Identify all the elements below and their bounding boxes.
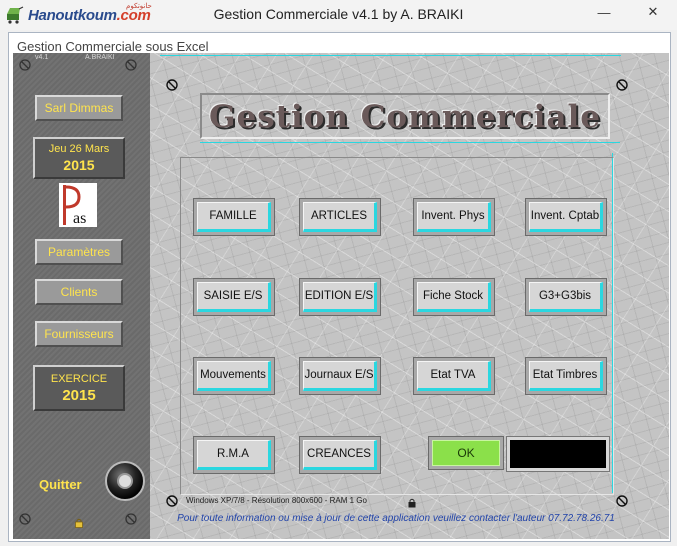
no-entry-icon: [616, 495, 628, 507]
pas-logo: as: [59, 183, 97, 227]
invent-cptab-button[interactable]: Invent. Cptab: [529, 202, 603, 232]
date-year: 2015: [63, 157, 95, 173]
no-entry-icon: [125, 513, 137, 525]
exercice-display: EXERCICE 2015: [33, 365, 125, 411]
parametres-button[interactable]: Paramètres: [35, 239, 123, 265]
power-icon: [117, 473, 133, 489]
no-entry-icon: [166, 495, 178, 507]
main-panel: Gestion Commerciale FAMILLE ARTICLES Inv…: [150, 53, 669, 539]
accent-line: [160, 55, 621, 56]
articles-button[interactable]: ARTICLES: [303, 202, 377, 232]
contact-info: Pour toute information ou mise à jour de…: [177, 513, 615, 524]
quit-label: Quitter: [39, 477, 82, 492]
exercice-label: EXERCICE: [50, 373, 108, 385]
fiche-stock-button[interactable]: Fiche Stock: [417, 282, 491, 312]
sidebar: v4.1 A.BRAIKI Sarl Dimmas Jeu 26 Mars 20…: [13, 53, 150, 539]
version-label: v4.1: [35, 54, 49, 61]
page-title: Gestion Commerciale: [209, 99, 601, 135]
lock-icon: [75, 515, 83, 528]
date-display: Jeu 26 Mars 2015: [33, 137, 125, 179]
author-label: A.BRAIKI: [85, 54, 115, 61]
inner-window-title: Gestion Commerciale sous Excel: [17, 39, 209, 54]
rma-button[interactable]: R.M.A: [197, 440, 271, 470]
journaux-es-button[interactable]: Journaux E/S: [303, 361, 377, 391]
excel-window: Gestion Commerciale sous Excel v4.1 A.BR…: [8, 32, 671, 542]
black-input-field[interactable]: [510, 440, 606, 468]
quit-button[interactable]: [105, 461, 145, 501]
no-entry-icon: [19, 59, 31, 71]
clients-button[interactable]: Clients: [35, 279, 123, 305]
edition-es-button[interactable]: EDITION E/S: [303, 282, 377, 312]
no-entry-icon: [19, 513, 31, 525]
exercice-year: 2015: [62, 387, 96, 404]
no-entry-icon: [125, 59, 137, 71]
no-entry-icon: [616, 79, 628, 91]
invent-phys-button[interactable]: Invent. Phys: [417, 202, 491, 232]
minimize-button[interactable]: —: [586, 0, 622, 24]
ok-button[interactable]: OK: [432, 440, 500, 466]
date-day: Jeu 26 Mars: [48, 143, 110, 155]
saisie-es-button[interactable]: SAISIE E/S: [197, 282, 271, 312]
window-title: Gestion Commerciale v4.1 by A. BRAIKI: [213, 6, 464, 22]
company-button[interactable]: Sarl Dimmas: [35, 95, 123, 121]
no-entry-icon: [166, 79, 178, 91]
creances-button[interactable]: CREANCES: [303, 440, 377, 470]
system-requirements: Windows XP/7/8 - Résolution 800x600 - RA…: [186, 496, 367, 505]
close-button[interactable]: ✕: [630, 0, 676, 24]
title-bar: Hanoutkoum.com حانوتكوم Gestion Commerci…: [0, 0, 677, 30]
fournisseurs-button[interactable]: Fournisseurs: [35, 321, 123, 347]
etat-timbres-button[interactable]: Etat Timbres: [529, 361, 603, 391]
mouvements-button[interactable]: Mouvements: [197, 361, 271, 391]
title-panel: Gestion Commerciale: [200, 93, 620, 143]
lock-icon: [408, 495, 416, 508]
etat-tva-button[interactable]: Etat TVA: [417, 361, 491, 391]
famille-button[interactable]: FAMILLE: [197, 202, 271, 232]
g3-g3bis-button[interactable]: G3+G3bis: [529, 282, 603, 312]
pas-logo-text: as: [73, 210, 86, 227]
